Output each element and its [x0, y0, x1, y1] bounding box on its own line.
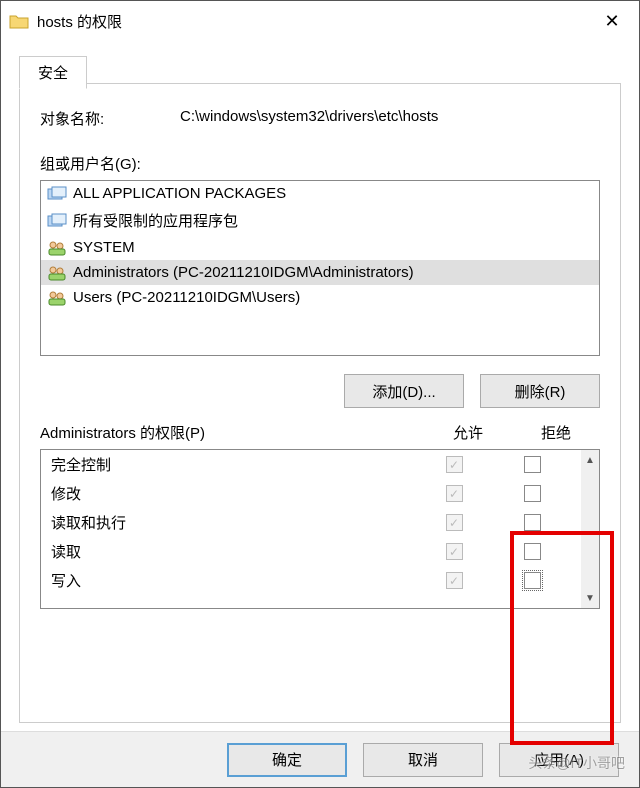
- scroll-up-icon[interactable]: ▲: [581, 450, 599, 470]
- deny-checkbox[interactable]: [524, 485, 541, 502]
- permissions-header: Administrators 的权限(P) 允许 拒绝: [40, 422, 600, 443]
- allow-checkbox[interactable]: [446, 543, 463, 560]
- scrollbar[interactable]: ▲ ▼: [581, 450, 599, 608]
- permissions-list: 完全控制 修改 读取和执行 读取: [40, 449, 600, 609]
- object-name-label: 对象名称:: [40, 108, 180, 129]
- cancel-button[interactable]: 取消: [363, 743, 483, 777]
- allow-header: 允许: [424, 422, 512, 443]
- list-item[interactable]: Administrators (PC-20211210IDGM\Administ…: [41, 260, 599, 285]
- list-item[interactable]: ALL APPLICATION PACKAGES: [41, 181, 599, 206]
- object-name-value: C:\windows\system32\drivers\etc\hosts: [180, 108, 438, 129]
- ok-button[interactable]: 确定: [227, 743, 347, 777]
- remove-button[interactable]: 删除(R): [480, 374, 600, 408]
- deny-checkbox[interactable]: [524, 456, 541, 473]
- list-item[interactable]: SYSTEM: [41, 235, 599, 260]
- deny-checkbox[interactable]: [524, 543, 541, 560]
- deny-header: 拒绝: [512, 422, 600, 443]
- groups-label: 组或用户名(G):: [40, 153, 600, 174]
- list-item-label: SYSTEM: [73, 239, 135, 256]
- permissions-for-label: Administrators 的权限(P): [40, 422, 424, 443]
- list-item-label: 所有受限制的应用程序包: [73, 210, 238, 231]
- window-title: hosts 的权限: [37, 11, 589, 32]
- users-icon: [47, 265, 67, 281]
- package-icon: [47, 213, 67, 229]
- scroll-down-icon[interactable]: ▼: [581, 588, 599, 608]
- titlebar: hosts 的权限 ✕: [1, 1, 639, 41]
- list-item-label: Administrators (PC-20211210IDGM\Administ…: [73, 264, 414, 281]
- object-name-row: 对象名称: C:\windows\system32\drivers\etc\ho…: [40, 108, 600, 129]
- content-area: 安全 对象名称: C:\windows\system32\drivers\etc…: [1, 41, 639, 731]
- groups-listbox[interactable]: ALL APPLICATION PACKAGES 所有受限制的应用程序包 SYS…: [40, 180, 600, 356]
- permission-row: 修改: [41, 479, 581, 508]
- allow-checkbox[interactable]: [446, 572, 463, 589]
- users-icon: [47, 240, 67, 256]
- permission-name: 完全控制: [51, 454, 415, 475]
- permission-row: 读取: [41, 537, 581, 566]
- tab-security[interactable]: 安全: [19, 56, 87, 89]
- allow-checkbox[interactable]: [446, 456, 463, 473]
- permission-row: 读取和执行: [41, 508, 581, 537]
- deny-checkbox[interactable]: [524, 572, 541, 589]
- scroll-track[interactable]: [581, 470, 599, 588]
- dialog-window: hosts 的权限 ✕ 安全 对象名称: C:\windows\system32…: [0, 0, 640, 788]
- group-buttons: 添加(D)... 删除(R): [40, 374, 600, 408]
- permission-row: 写入: [41, 566, 581, 595]
- folder-icon: [9, 13, 29, 29]
- close-button[interactable]: ✕: [589, 5, 635, 37]
- permission-name: 读取: [51, 541, 415, 562]
- list-item-label: Users (PC-20211210IDGM\Users): [73, 289, 300, 306]
- permission-name: 读取和执行: [51, 512, 415, 533]
- allow-checkbox[interactable]: [446, 514, 463, 531]
- permission-name: 写入: [51, 570, 415, 591]
- list-item[interactable]: 所有受限制的应用程序包: [41, 206, 599, 235]
- tab-panel: 安全 对象名称: C:\windows\system32\drivers\etc…: [19, 83, 621, 723]
- users-icon: [47, 290, 67, 306]
- list-item[interactable]: Users (PC-20211210IDGM\Users): [41, 285, 599, 310]
- permission-name: 修改: [51, 483, 415, 504]
- add-button[interactable]: 添加(D)...: [344, 374, 464, 408]
- permission-row: 完全控制: [41, 450, 581, 479]
- watermark: 头条@IT小哥吧: [528, 753, 625, 773]
- allow-checkbox[interactable]: [446, 485, 463, 502]
- deny-checkbox[interactable]: [524, 514, 541, 531]
- package-icon: [47, 186, 67, 202]
- list-item-label: ALL APPLICATION PACKAGES: [73, 185, 286, 202]
